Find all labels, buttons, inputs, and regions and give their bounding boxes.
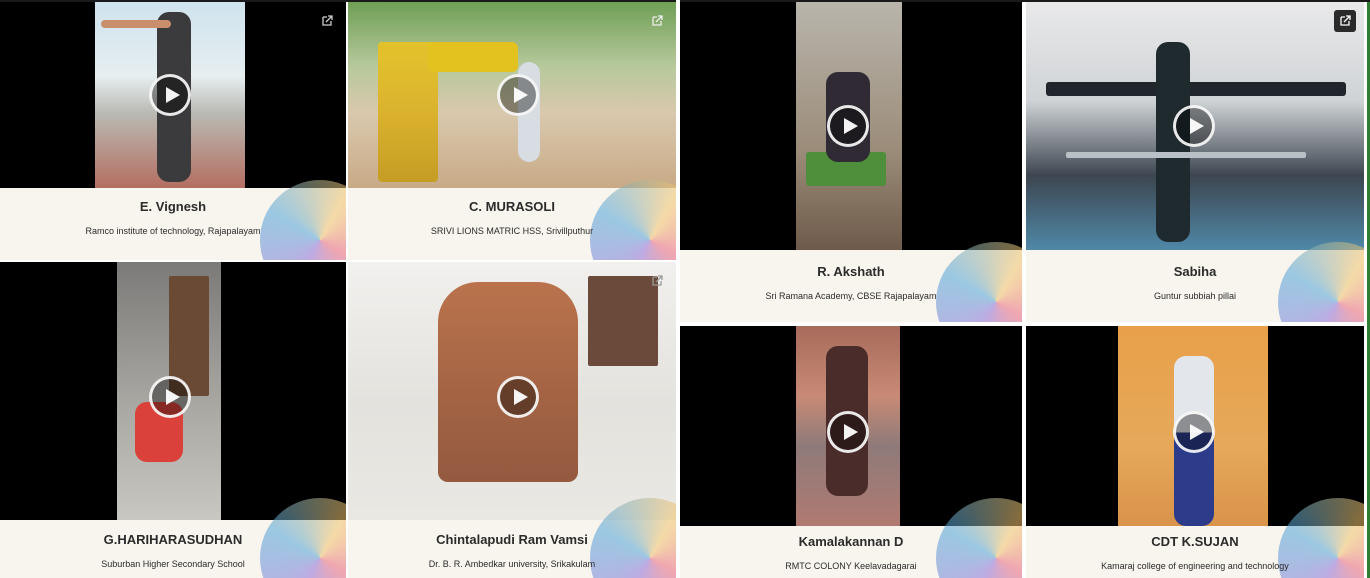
video-card[interactable]: E. Vignesh Ramco institute of technology…	[0, 2, 346, 260]
video-player[interactable]	[1026, 2, 1364, 250]
student-name: Sabiha	[1173, 264, 1217, 279]
play-icon[interactable]	[827, 411, 869, 453]
play-icon[interactable]	[149, 74, 191, 116]
video-caption: C. MURASOLI SRIVI LIONS MATRIC HSS, Sriv…	[348, 199, 676, 236]
video-caption: CDT K.SUJAN Kamaraj college of engineeri…	[1026, 534, 1364, 571]
video-player[interactable]	[0, 262, 346, 520]
student-name: R. Akshath	[817, 264, 885, 279]
external-link-icon[interactable]	[1334, 10, 1356, 32]
play-icon[interactable]	[497, 376, 539, 418]
video-card[interactable]: C. MURASOLI SRIVI LIONS MATRIC HSS, Sriv…	[348, 2, 676, 260]
video-player[interactable]	[1026, 326, 1364, 526]
video-player[interactable]	[680, 2, 1022, 250]
video-player[interactable]	[680, 326, 1022, 526]
external-link-icon[interactable]	[316, 10, 338, 32]
institution-name: RMTC COLONY Keelavadagarai	[785, 561, 917, 571]
video-card[interactable]: Sabiha Guntur subbiah pillai	[1026, 2, 1364, 322]
play-icon[interactable]	[497, 74, 539, 116]
student-name: Chintalapudi Ram Vamsi	[436, 532, 588, 547]
external-link-icon[interactable]	[646, 10, 668, 32]
video-player[interactable]	[0, 2, 346, 188]
video-caption: E. Vignesh Ramco institute of technology…	[0, 199, 346, 236]
barbell	[1066, 152, 1306, 158]
video-caption: Chintalapudi Ram Vamsi Dr. B. R. Ambedka…	[348, 532, 676, 569]
video-collage: E. Vignesh Ramco institute of technology…	[0, 0, 1370, 578]
student-name: G.HARIHARASUDHAN	[103, 532, 243, 547]
video-caption: Kamalakannan D RMTC COLONY Keelavadagara…	[680, 534, 1022, 571]
institution-name: Kamaraj college of engineering and techn…	[1101, 561, 1289, 571]
video-card[interactable]: Chintalapudi Ram Vamsi Dr. B. R. Ambedka…	[348, 262, 676, 578]
video-card[interactable]: CDT K.SUJAN Kamaraj college of engineeri…	[1026, 326, 1364, 578]
video-player[interactable]	[348, 262, 676, 520]
institution-name: SRIVI LIONS MATRIC HSS, Srivillputhur	[430, 226, 594, 236]
play-icon[interactable]	[827, 105, 869, 147]
video-card[interactable]: Kamalakannan D RMTC COLONY Keelavadagara…	[680, 326, 1022, 578]
play-icon[interactable]	[1173, 411, 1215, 453]
institution-name: Ramco institute of technology, Rajapalay…	[85, 226, 261, 236]
video-caption: R. Akshath Sri Ramana Academy, CBSE Raja…	[680, 264, 1022, 301]
student-name: E. Vignesh	[139, 199, 207, 214]
school-bus	[428, 42, 518, 72]
institution-name: Guntur subbiah pillai	[1153, 291, 1237, 301]
institution-name: Suburban Higher Secondary School	[101, 559, 245, 569]
video-card[interactable]: G.HARIHARASUDHAN Suburban Higher Seconda…	[0, 262, 346, 578]
student-name: CDT K.SUJAN	[1151, 534, 1239, 549]
institution-name: Dr. B. R. Ambedkar university, Srikakula…	[428, 559, 596, 569]
student-name: C. MURASOLI	[469, 199, 555, 214]
student-name: Kamalakannan D	[798, 534, 904, 549]
dumbbell-rack	[1046, 82, 1346, 96]
external-link-icon[interactable]	[646, 270, 668, 292]
video-card[interactable]: R. Akshath Sri Ramana Academy, CBSE Raja…	[680, 2, 1022, 322]
play-icon[interactable]	[149, 376, 191, 418]
video-caption: Sabiha Guntur subbiah pillai	[1026, 264, 1364, 301]
institution-name: Sri Ramana Academy, CBSE Rajapalayam	[765, 291, 937, 301]
athlete-arms	[101, 20, 171, 28]
play-icon[interactable]	[1173, 105, 1215, 147]
video-player[interactable]	[348, 2, 676, 188]
video-caption: G.HARIHARASUDHAN Suburban Higher Seconda…	[0, 532, 346, 569]
